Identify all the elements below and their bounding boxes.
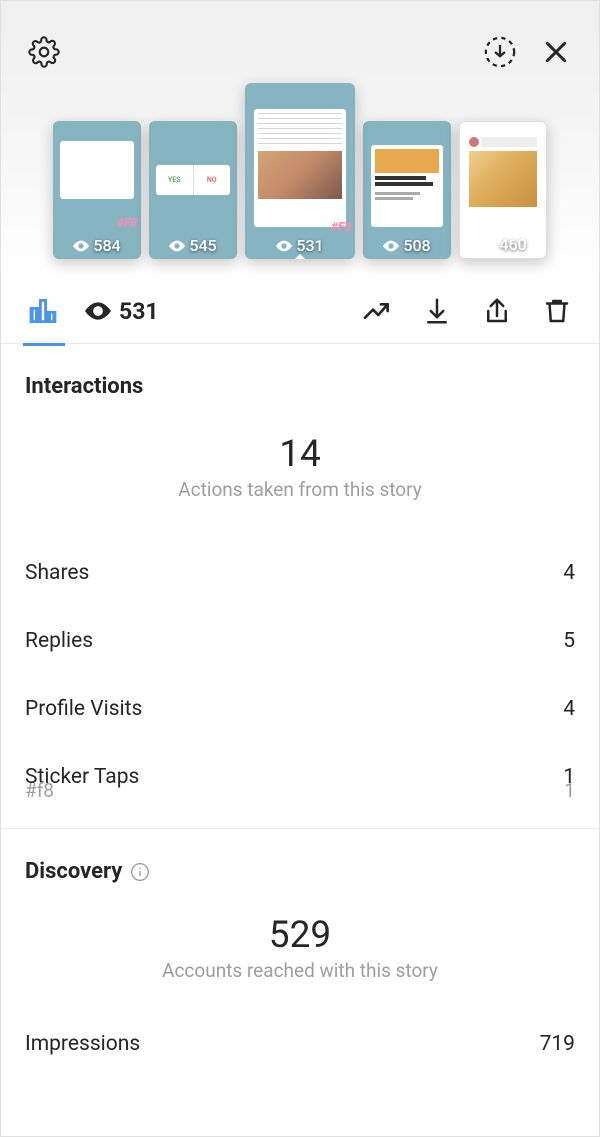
- trash-icon: [542, 296, 572, 326]
- interactions-metrics: Shares 4 Replies 5 Profile Visits 4 Stic…: [25, 539, 575, 808]
- story-thumbnail[interactable]: YES NO 545: [149, 121, 237, 259]
- insights-tab-button[interactable]: [23, 291, 63, 331]
- metric-value: 719: [540, 1032, 575, 1056]
- eye-icon: [85, 302, 111, 320]
- story-thumbnail[interactable]: 508: [363, 121, 451, 259]
- info-icon[interactable]: [130, 862, 150, 882]
- views-number: 531: [119, 298, 159, 325]
- thumbnail-preview-content: YES NO: [156, 165, 230, 195]
- discovery-title-text: Discovery: [25, 859, 122, 884]
- metric-value: 4: [563, 697, 575, 721]
- eye-icon: [276, 240, 292, 252]
- metric-row-replies: Replies 5: [25, 607, 575, 675]
- thumbnail-views: 531: [245, 236, 355, 255]
- download-button[interactable]: [417, 291, 457, 331]
- metric-row-shares: Shares 4: [25, 539, 575, 607]
- right-actions: [357, 291, 577, 331]
- interactions-total: 14: [25, 433, 575, 476]
- eye-icon: [479, 239, 495, 251]
- gear-icon: [28, 36, 60, 68]
- metric-row-impressions: Impressions 719: [25, 1010, 575, 1058]
- metric-sub-label: #f8: [25, 779, 54, 802]
- insights-action-bar: 531: [1, 277, 599, 344]
- eye-icon: [73, 240, 89, 252]
- active-tab-underline: [23, 343, 65, 346]
- save-to-archive-button[interactable]: [479, 31, 521, 73]
- discovery-caption: Accounts reached with this story: [25, 959, 575, 982]
- hashtag-sticker: #F8: [117, 216, 137, 231]
- discovery-total: 529: [25, 914, 575, 957]
- eye-icon: [169, 240, 185, 252]
- metric-value: 4: [563, 561, 575, 585]
- story-thumbnail-carousel[interactable]: #F8 584 YES NO 545 #F8: [1, 83, 599, 259]
- thumbnail-views: 545: [149, 236, 237, 255]
- close-icon: [541, 37, 571, 67]
- interactions-section: Interactions 14 Actions taken from this …: [1, 344, 599, 829]
- settings-button[interactable]: [23, 31, 65, 73]
- download-dashed-icon: [483, 35, 517, 69]
- thumbnail-preview-content: [371, 145, 443, 227]
- thumbnail-preview-content: [466, 134, 540, 244]
- thumbnail-preview-content: [60, 141, 134, 199]
- trend-up-icon: [361, 295, 393, 327]
- section-title: Interactions: [25, 374, 575, 399]
- discovery-section: Discovery 529 Accounts reached with this…: [1, 829, 599, 1078]
- eye-icon: [383, 240, 399, 252]
- top-controls: [1, 31, 599, 73]
- story-thumbnail-active[interactable]: #F8 531: [245, 83, 355, 259]
- top-right-actions: [479, 31, 577, 73]
- hashtag-sticker: #F8: [331, 220, 351, 235]
- metric-label: Replies: [25, 629, 93, 653]
- story-carousel-header: #F8 584 YES NO 545 #F8: [1, 1, 599, 277]
- story-thumbnail[interactable]: #F8 584: [53, 121, 141, 259]
- thumbnail-view-count: 460: [499, 235, 526, 254]
- promote-button[interactable]: [357, 291, 397, 331]
- download-icon: [422, 296, 452, 326]
- bar-chart-icon: [27, 295, 59, 327]
- discovery-metrics: Impressions 719: [25, 1010, 575, 1058]
- thumbnail-view-count: 584: [93, 236, 120, 255]
- share-icon: [482, 296, 512, 326]
- delete-button[interactable]: [537, 291, 577, 331]
- metric-row-profile-visits: Profile Visits 4: [25, 675, 575, 743]
- thumbnail-photo: [258, 151, 342, 199]
- share-button[interactable]: [477, 291, 517, 331]
- thumbnail-views: 584: [53, 236, 141, 255]
- thumbnail-views: 508: [363, 236, 451, 255]
- close-button[interactable]: [535, 31, 577, 73]
- metric-label: Shares: [25, 561, 89, 585]
- section-title: Discovery: [25, 859, 575, 884]
- metric-label: Profile Visits: [25, 697, 142, 721]
- active-indicator-caret: [286, 254, 314, 259]
- thumbnail-view-count: 508: [403, 236, 430, 255]
- interactions-caption: Actions taken from this story: [25, 478, 575, 501]
- story-thumbnail[interactable]: 460: [459, 121, 547, 259]
- views-count: 531: [85, 298, 159, 325]
- metric-label: Impressions: [25, 1032, 140, 1056]
- thumbnail-view-count: 531: [296, 236, 323, 255]
- thumbnail-views: 460: [460, 235, 546, 254]
- thumbnail-view-count: 545: [189, 236, 216, 255]
- thumbnail-preview-content: [254, 109, 346, 227]
- metric-sub-value: 1: [564, 779, 575, 802]
- metric-value: 5: [563, 629, 575, 653]
